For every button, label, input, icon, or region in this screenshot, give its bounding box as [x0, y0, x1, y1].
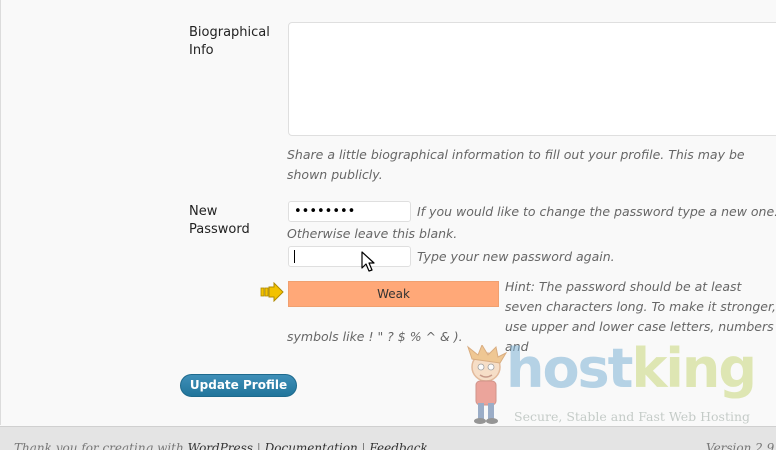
bio-description: Share a little biographical information …: [287, 147, 745, 182]
hostking-logo: hostking: [506, 337, 758, 400]
footer-credits: Thank you for creating with WordPress | …: [14, 441, 428, 450]
mascot-logo-icon: [466, 345, 508, 424]
logo-host-text: host: [506, 337, 633, 400]
confirm-password-hint: Type your new password again.: [417, 249, 615, 264]
pointer-arrow-icon: [260, 282, 284, 302]
footer-separator: |: [357, 441, 370, 450]
password-hint-symbols: symbols like ! " ? $ % ^ & ).: [287, 329, 463, 344]
password-strength-indicator: Weak: [288, 281, 499, 307]
bio-label: Biographical Info: [189, 25, 270, 58]
profile-page: Biographical Info Share a little biograp…: [0, 0, 776, 450]
documentation-link[interactable]: Documentation: [265, 441, 358, 450]
footer: Thank you for creating with WordPress | …: [0, 426, 776, 450]
sidebar-divider: [0, 0, 1, 425]
feedback-link[interactable]: Feedback: [369, 441, 427, 450]
mouse-cursor-icon: [361, 251, 375, 272]
new-password-input[interactable]: ••••••••: [288, 201, 411, 222]
footer-separator: |: [252, 441, 265, 450]
hostking-watermark: hostking Secure, Stable and Fast Web Hos…: [460, 337, 770, 430]
hostking-tagline: Secure, Stable and Fast Web Hosting: [514, 409, 751, 424]
footer-prefix: Thank you for creating with: [14, 441, 184, 450]
new-password-hint-continued: Otherwise leave this blank.: [287, 226, 458, 241]
new-password-label: New Password: [189, 204, 250, 237]
logo-king-text: king: [631, 337, 758, 400]
bio-textarea[interactable]: [288, 22, 776, 136]
new-password-hint: If you would like to change the password…: [417, 204, 776, 219]
wordpress-link[interactable]: WordPress: [188, 441, 253, 450]
version-text: Version 2.9: [706, 441, 775, 450]
confirm-password-input[interactable]: [288, 246, 411, 267]
update-profile-button[interactable]: Update Profile: [180, 374, 297, 397]
text-caret: [294, 250, 295, 263]
